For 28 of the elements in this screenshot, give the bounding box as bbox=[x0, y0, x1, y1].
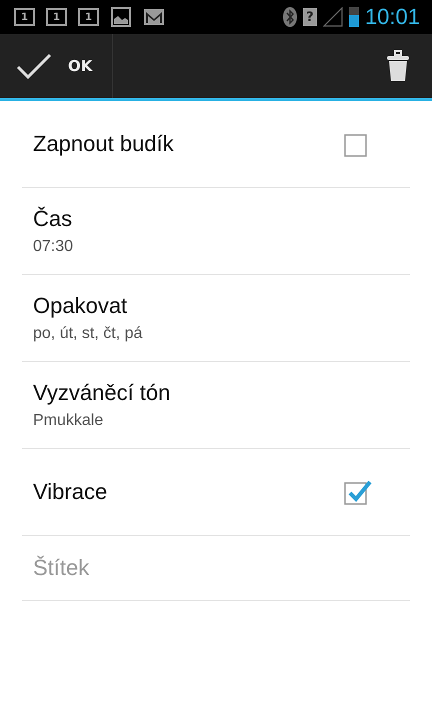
row-title: Opakovat bbox=[33, 293, 128, 319]
notification-icon: 1 bbox=[46, 8, 67, 26]
notification-icon: 1 bbox=[78, 8, 99, 26]
row-value: po, út, st, čt, pá bbox=[33, 325, 144, 343]
label-field[interactable]: Štítek bbox=[33, 555, 333, 581]
setting-row[interactable]: Čas 07:30 bbox=[22, 188, 410, 275]
battery-icon bbox=[348, 7, 359, 27]
signal-icon bbox=[322, 7, 343, 27]
checkmark-icon bbox=[16, 52, 52, 80]
setting-row[interactable]: Opakovat po, út, st, čt, pá bbox=[22, 275, 410, 362]
notification-icon: 1 bbox=[14, 8, 35, 26]
row-value: Pmukkale bbox=[33, 412, 104, 430]
checkbox-row[interactable]: Zapnout budík bbox=[22, 101, 410, 188]
sim-card-icon: ? bbox=[302, 8, 317, 26]
checkbox-row[interactable]: Vibrace bbox=[22, 449, 410, 536]
trash-icon bbox=[386, 50, 410, 82]
bluetooth-icon bbox=[282, 7, 297, 27]
row-title: Čas bbox=[33, 206, 74, 232]
clock-time: 10:01 bbox=[364, 4, 420, 30]
row-title: Zapnout budík bbox=[33, 131, 174, 157]
checkbox[interactable] bbox=[344, 478, 372, 506]
mail-icon bbox=[143, 7, 165, 27]
row-title: Vibrace bbox=[33, 479, 108, 505]
setting-row[interactable]: Vyzváněcí tón Pmukkale bbox=[22, 362, 410, 449]
ok-button[interactable]: OK bbox=[0, 34, 114, 98]
row-title: Vyzváněcí tón bbox=[33, 380, 172, 406]
image-icon bbox=[110, 7, 132, 27]
row-value: 07:30 bbox=[33, 238, 74, 256]
